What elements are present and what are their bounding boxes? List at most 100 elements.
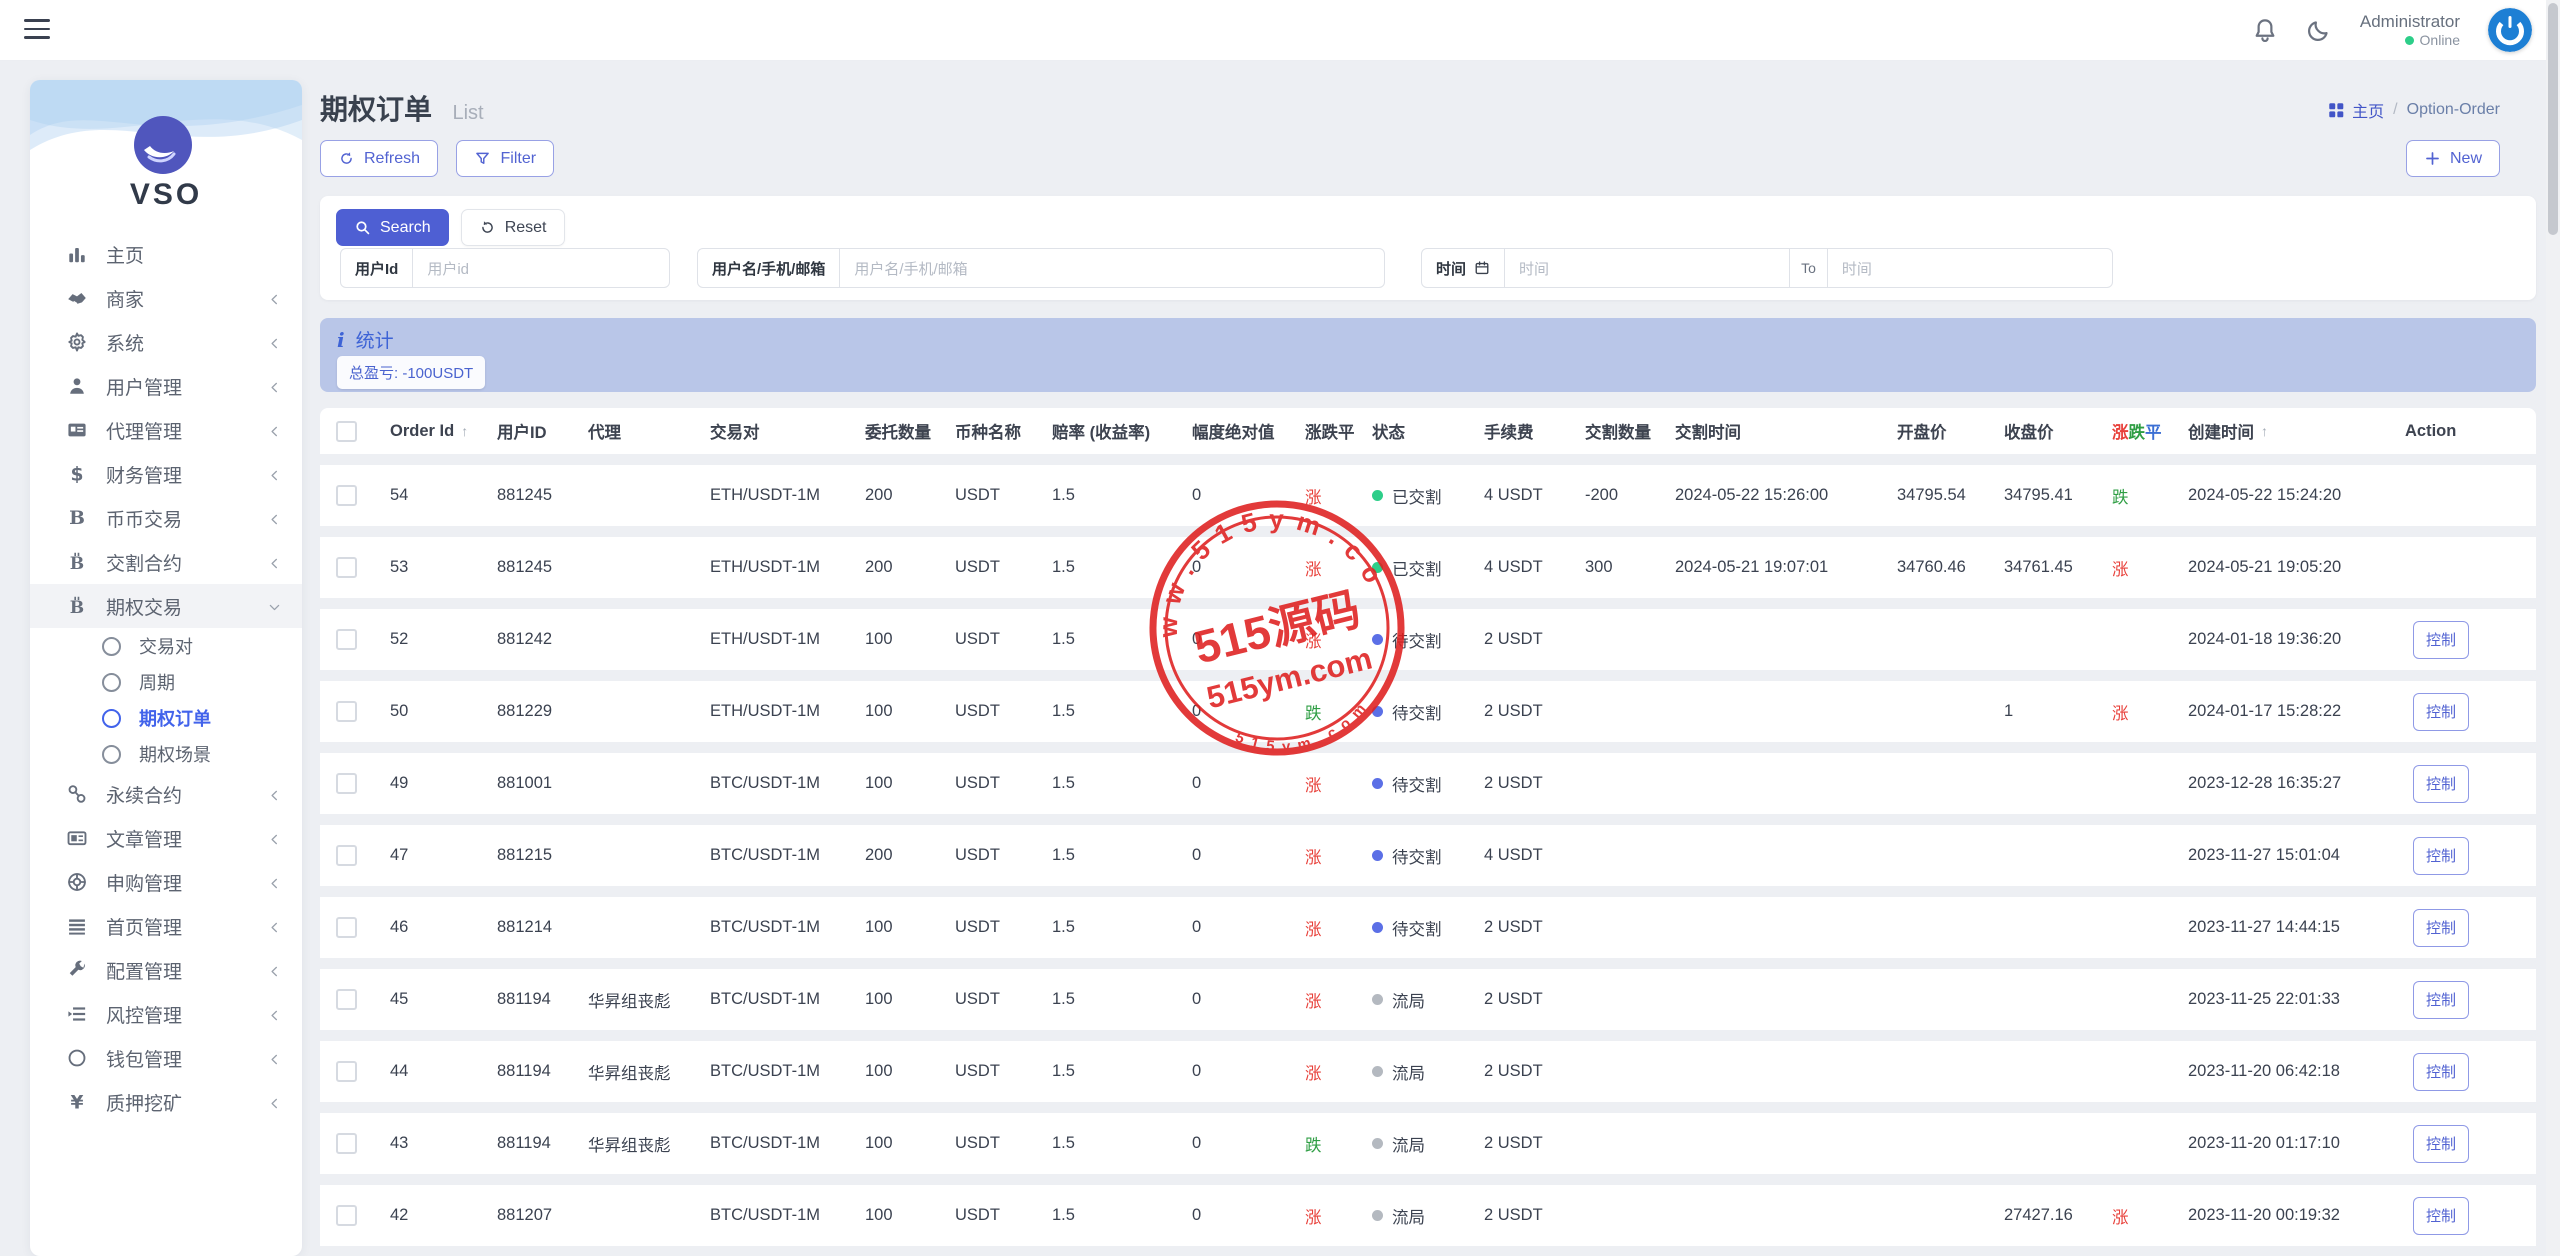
svg-text:¥: ¥ xyxy=(70,1093,83,1113)
amount-cell: 100 xyxy=(855,774,945,793)
row-checkbox[interactable] xyxy=(336,989,357,1010)
sidebar-item-3[interactable]: 用户管理 xyxy=(30,364,302,408)
row-checkbox[interactable] xyxy=(336,557,357,578)
control-button[interactable]: 控制 xyxy=(2413,1053,2469,1091)
table-row-50: 50881229ETH/USDT-1M100USDT1.50跌待交割2 USDT… xyxy=(320,681,2536,742)
indent-list-icon xyxy=(66,1003,88,1025)
sidebar-subitem-8-0[interactable]: 交易对 xyxy=(30,628,302,664)
amount-cell: 200 xyxy=(855,558,945,577)
sidebar-item-12[interactable]: 首页管理 xyxy=(30,904,302,948)
odds-cell: 1.5 xyxy=(1042,1062,1182,1081)
vso-logo-icon[interactable] xyxy=(134,116,192,174)
pair-cell: BTC/USDT-1M xyxy=(700,1134,855,1153)
info-icon: i xyxy=(337,328,345,352)
fee-cell: 2 USDT xyxy=(1474,990,1575,1009)
row-checkbox[interactable] xyxy=(336,629,357,650)
fee-cell: 4 USDT xyxy=(1474,558,1575,577)
user-block[interactable]: Administrator Online xyxy=(2360,11,2460,50)
page-title: 期权订单 xyxy=(320,88,432,128)
control-button[interactable]: 控制 xyxy=(2413,693,2469,731)
amount-cell: 100 xyxy=(855,1062,945,1081)
sidebar-item-15[interactable]: 钱包管理 xyxy=(30,1036,302,1080)
status-cell: 流局 xyxy=(1362,1132,1474,1156)
sidebar-item-11[interactable]: 申购管理 xyxy=(30,860,302,904)
column-header-13: 开盘价 xyxy=(1887,419,1994,443)
sidebar-item-9[interactable]: 永续合约 xyxy=(30,772,302,816)
pair-cell: ETH/USDT-1M xyxy=(700,630,855,649)
sidebar-item-2[interactable]: 系统 xyxy=(30,320,302,364)
pair-cell: BTC/USDT-1M xyxy=(700,774,855,793)
control-button[interactable]: 控制 xyxy=(2413,1197,2469,1235)
coin-cell: USDT xyxy=(945,630,1042,649)
hamburger-menu-icon[interactable] xyxy=(24,19,50,41)
svg-text:$: $ xyxy=(70,465,83,485)
sidebar-subitem-8-2[interactable]: 期权订单 xyxy=(30,700,302,736)
time-from-input[interactable]: 时间 xyxy=(1505,249,1789,287)
row-checkbox[interactable] xyxy=(336,845,357,866)
sidebar-item-13[interactable]: 配置管理 xyxy=(30,948,302,992)
sidebar-item-6[interactable]: B币币交易 xyxy=(30,496,302,540)
sidebar-item-5[interactable]: $财务管理 xyxy=(30,452,302,496)
agent-cell: 华昇组丧彪 xyxy=(578,1060,700,1084)
control-button[interactable]: 控制 xyxy=(2413,837,2469,875)
order-id-cell: 49 xyxy=(380,774,487,793)
refresh-button[interactable]: Refresh xyxy=(320,140,438,177)
sidebar-item-1[interactable]: 商家 xyxy=(30,276,302,320)
table-row-43: 43881194华昇组丧彪BTC/USDT-1M100USDT1.50跌流局2 … xyxy=(320,1113,2536,1174)
control-button[interactable]: 控制 xyxy=(2413,765,2469,803)
sidebar-item-label: 系统 xyxy=(106,329,144,356)
agent-cell: 华昇组丧彪 xyxy=(578,988,700,1012)
odds-cell: 1.5 xyxy=(1042,558,1182,577)
coin-cell: USDT xyxy=(945,1134,1042,1153)
status-dot-icon xyxy=(1372,1210,1383,1221)
time-to-input[interactable]: 时间 xyxy=(1828,249,2112,287)
row-checkbox[interactable] xyxy=(336,1061,357,1082)
dark-mode-moon-icon[interactable] xyxy=(2306,17,2332,43)
breadcrumb-home-link[interactable]: 主页 xyxy=(2328,98,2384,122)
radio-circle-icon xyxy=(102,709,121,728)
column-header-0[interactable]: Order Id↑ xyxy=(380,422,487,441)
control-button[interactable]: 控制 xyxy=(2413,909,2469,947)
sidebar-item-4[interactable]: 代理管理 xyxy=(30,408,302,452)
status-cell: 待交割 xyxy=(1362,772,1474,796)
bell-icon[interactable] xyxy=(2252,17,2278,43)
new-button[interactable]: New xyxy=(2406,140,2500,177)
chevron-left-icon xyxy=(267,1095,282,1110)
filter-button[interactable]: Filter xyxy=(456,140,554,177)
checkbox-cell xyxy=(320,701,380,722)
control-button[interactable]: 控制 xyxy=(2413,621,2469,659)
pair-cell: BTC/USDT-1M xyxy=(700,918,855,937)
sidebar-item-14[interactable]: 风控管理 xyxy=(30,992,302,1036)
scrollbar-thumb[interactable] xyxy=(2548,3,2558,235)
fee-cell: 2 USDT xyxy=(1474,1062,1575,1081)
reset-button[interactable]: Reset xyxy=(461,209,565,246)
sidebar-item-label: 首页管理 xyxy=(106,913,182,940)
search-button[interactable]: Search xyxy=(336,209,449,246)
sidebar-subitem-label: 交易对 xyxy=(139,633,193,659)
sidebar-item-8[interactable]: B期权交易 xyxy=(30,584,302,628)
direction-cell: 跌 xyxy=(1295,1132,1362,1156)
row-checkbox[interactable] xyxy=(336,1205,357,1226)
column-header-16[interactable]: 创建时间↑ xyxy=(2178,419,2395,443)
sidebar-subitem-8-1[interactable]: 周期 xyxy=(30,664,302,700)
row-checkbox[interactable] xyxy=(336,917,357,938)
user-name-input[interactable]: 用户名/手机/邮箱 xyxy=(840,249,1384,287)
sidebar-subitem-label: 期权订单 xyxy=(139,705,211,731)
row-checkbox[interactable] xyxy=(336,1133,357,1154)
avatar[interactable] xyxy=(2488,8,2532,52)
user-id-input[interactable]: 用户id xyxy=(413,249,669,287)
control-button[interactable]: 控制 xyxy=(2413,981,2469,1019)
sidebar-subitem-8-3[interactable]: 期权场景 xyxy=(30,736,302,772)
sidebar-item-7[interactable]: B交割合约 xyxy=(30,540,302,584)
row-checkbox[interactable] xyxy=(336,701,357,722)
sidebar-item-16[interactable]: ¥质押挖矿 xyxy=(30,1080,302,1124)
row-checkbox[interactable] xyxy=(336,485,357,506)
row-checkbox[interactable] xyxy=(336,773,357,794)
control-button[interactable]: 控制 xyxy=(2413,1125,2469,1163)
select-all-checkbox[interactable] xyxy=(336,421,357,442)
sidebar-item-0[interactable]: 主页 xyxy=(30,232,302,276)
sidebar-item-10[interactable]: 文章管理 xyxy=(30,816,302,860)
close-price-cell: 27427.16 xyxy=(1994,1206,2102,1225)
pair-cell: ETH/USDT-1M xyxy=(700,486,855,505)
scrollbar-track[interactable] xyxy=(2546,0,2560,1256)
